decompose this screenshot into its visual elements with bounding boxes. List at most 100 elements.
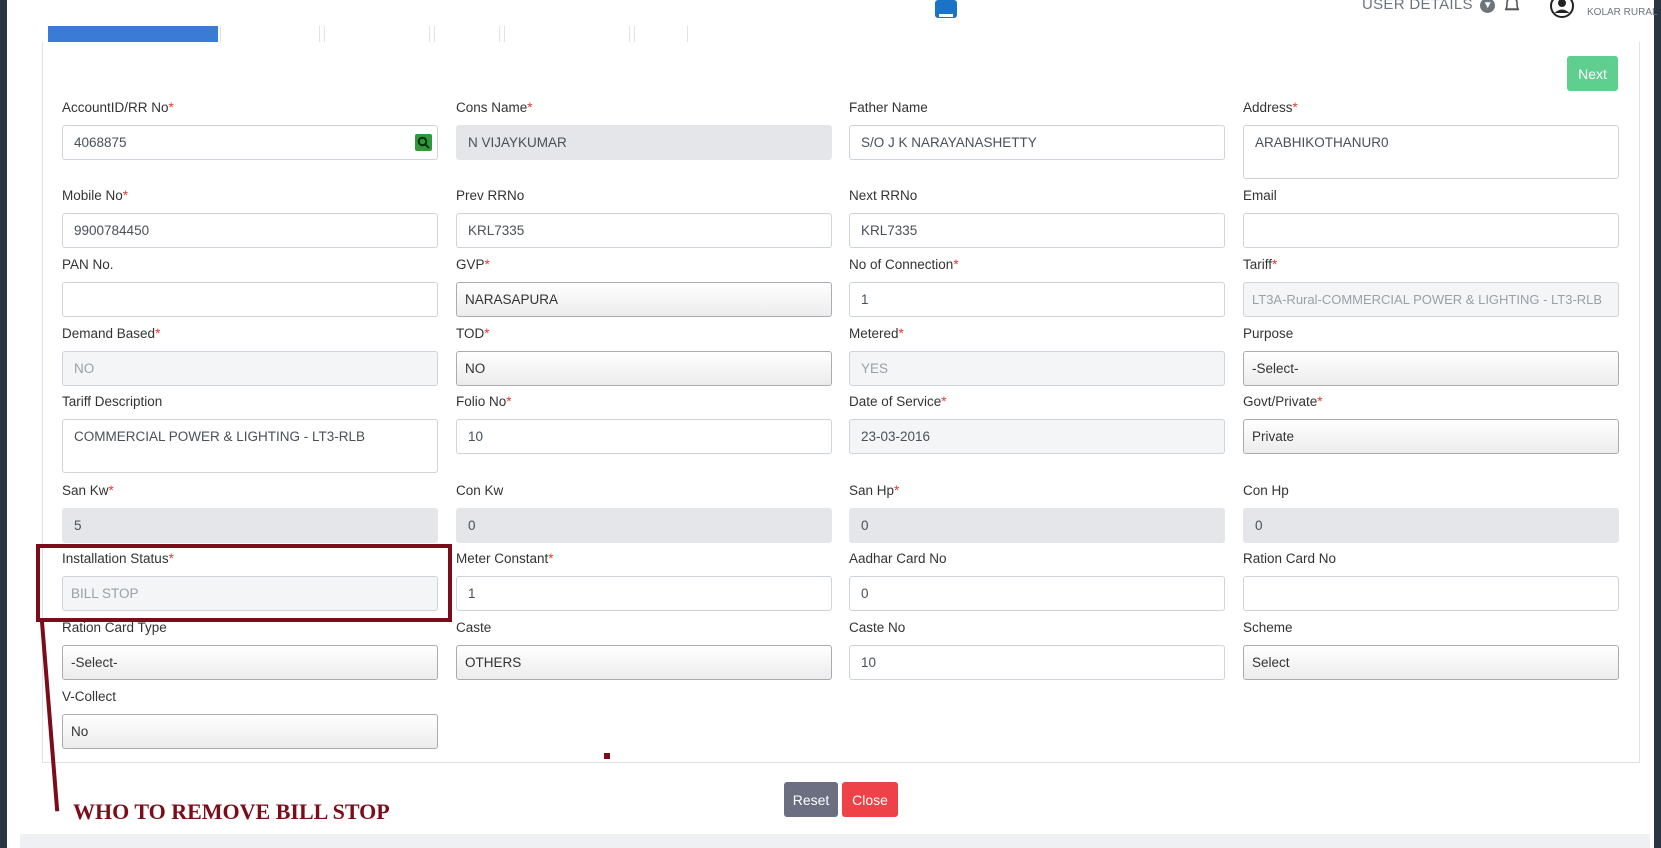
field-prev-rrno: Prev RRNo KRL7335	[456, 188, 832, 248]
mobile-no-label: Mobile No*	[62, 188, 129, 203]
ration-card-type-label: Ration Card Type	[62, 620, 167, 635]
tab-5[interactable]	[504, 26, 630, 43]
field-san-kw: San Kw* 5	[62, 483, 438, 543]
field-installation-status: Installation Status* BILL STOP	[62, 551, 438, 611]
purpose-label: Purpose	[1243, 326, 1294, 341]
caste-select[interactable]: OTHERS	[456, 645, 832, 680]
field-father-name: Father Name S/O J K NARAYANASHETTY	[849, 100, 1225, 160]
caste-no-label: Caste No	[849, 620, 906, 635]
father-name-label: Father Name	[849, 100, 928, 115]
folio-no-input[interactable]: 10	[456, 419, 832, 454]
cons-name-label: Cons Name*	[456, 100, 533, 115]
tab-1[interactable]	[48, 26, 218, 43]
field-san-hp: San Hp* 0	[849, 483, 1225, 543]
email-input[interactable]	[1243, 213, 1619, 248]
field-pan-no: PAN No.	[62, 257, 438, 317]
annotation-dot	[604, 753, 610, 759]
pan-no-input[interactable]	[62, 282, 438, 317]
field-caste: Caste OTHERS	[456, 620, 832, 680]
cons-name-input[interactable]: N VIJAYKUMAR	[456, 125, 832, 160]
field-gvp: GVP* NARASAPURA	[456, 257, 832, 317]
field-no-of-connection: No of Connection* 1	[849, 257, 1225, 317]
date-of-service-input[interactable]: 23-03-2016	[849, 419, 1225, 454]
demand-based-input[interactable]: NO	[62, 351, 438, 386]
field-next-rrno: Next RRNo KRL7335	[849, 188, 1225, 248]
field-caste-no: Caste No 10	[849, 620, 1225, 680]
field-cons-name: Cons Name* N VIJAYKUMAR	[456, 100, 832, 160]
con-kw-input[interactable]: 0	[456, 508, 832, 543]
govt-private-label: Govt/Private*	[1243, 394, 1323, 409]
bell-icon[interactable]	[1502, 0, 1522, 14]
san-kw-label: San Kw*	[62, 483, 114, 498]
field-tariff-description: Tariff Description COMMERCIAL POWER & LI…	[62, 394, 438, 473]
tod-select[interactable]: NO	[456, 351, 832, 386]
close-button[interactable]: Close	[842, 782, 898, 817]
installation-status-label: Installation Status*	[62, 551, 174, 566]
user-details-menu[interactable]: USER DETAILS ▼	[1362, 0, 1496, 13]
annotation-text: WHO TO REMOVE BILL STOP	[73, 799, 390, 824]
v-collect-select[interactable]: No	[62, 714, 438, 749]
tod-label: TOD*	[456, 326, 490, 341]
meter-constant-input[interactable]: 1	[456, 576, 832, 611]
ration-card-no-input[interactable]	[1243, 576, 1619, 611]
field-purpose: Purpose -Select-	[1243, 326, 1619, 386]
govt-private-select[interactable]: Private	[1243, 419, 1619, 454]
account-id-label: AccountID/RR No*	[62, 100, 174, 115]
tab-2[interactable]	[220, 26, 320, 43]
search-icon[interactable]	[415, 134, 432, 151]
field-tod: TOD* NO	[456, 326, 832, 386]
account-id-input[interactable]: 4068875	[62, 125, 438, 160]
tab-6[interactable]	[634, 26, 688, 43]
v-collect-label: V-Collect	[62, 689, 117, 704]
field-ration-card-type: Ration Card Type -Select-	[62, 620, 438, 680]
bescom-logo-icon	[935, 0, 957, 18]
field-metered: Metered* YES	[849, 326, 1225, 386]
reset-button[interactable]: Reset	[784, 782, 838, 817]
field-v-collect: V-Collect No	[62, 689, 438, 749]
tab-3[interactable]	[324, 26, 430, 43]
aadhar-card-no-label: Aadhar Card No	[849, 551, 947, 566]
tariff-description-textarea[interactable]: COMMERCIAL POWER & LIGHTING - LT3-RLB	[62, 419, 438, 473]
scheme-label: Scheme	[1243, 620, 1293, 635]
father-name-input[interactable]: S/O J K NARAYANASHETTY	[849, 125, 1225, 160]
ration-card-no-label: Ration Card No	[1243, 551, 1337, 566]
email-label: Email	[1243, 188, 1277, 203]
prev-rrno-input[interactable]: KRL7335	[456, 213, 832, 248]
san-kw-input[interactable]: 5	[62, 508, 438, 543]
date-of-service-label: Date of Service*	[849, 394, 947, 409]
folio-no-label: Folio No*	[456, 394, 512, 409]
san-hp-input[interactable]: 0	[849, 508, 1225, 543]
field-address: Address* ARABHIKOTHANUR0	[1243, 100, 1619, 179]
tab-4[interactable]	[434, 26, 500, 43]
tariff-input[interactable]: LT3A-Rural-COMMERCIAL POWER & LIGHTING -…	[1243, 282, 1619, 317]
field-email: Email	[1243, 188, 1619, 248]
con-hp-input[interactable]: 0	[1243, 508, 1619, 543]
scheme-select[interactable]: Select	[1243, 645, 1619, 680]
field-govt-private: Govt/Private* Private	[1243, 394, 1619, 454]
mobile-no-input[interactable]: 9900784450	[62, 213, 438, 248]
tariff-label: Tariff*	[1243, 257, 1278, 272]
metered-input[interactable]: YES	[849, 351, 1225, 386]
field-con-hp: Con Hp 0	[1243, 483, 1619, 543]
field-account-id: AccountID/RR No* 4068875	[62, 100, 438, 160]
no-of-connection-input[interactable]: 1	[849, 282, 1225, 317]
gvp-select[interactable]: NARASAPURA	[456, 282, 832, 317]
caste-no-input[interactable]: 10	[849, 645, 1225, 680]
prev-rrno-label: Prev RRNo	[456, 188, 525, 203]
ration-card-type-select[interactable]: -Select-	[62, 645, 438, 680]
installation-status-input[interactable]: BILL STOP	[62, 576, 438, 611]
next-rrno-input[interactable]: KRL7335	[849, 213, 1225, 248]
demand-based-label: Demand Based*	[62, 326, 161, 341]
next-rrno-label: Next RRNo	[849, 188, 918, 203]
purpose-select[interactable]: -Select-	[1243, 351, 1619, 386]
caste-label: Caste	[456, 620, 492, 635]
con-hp-label: Con Hp	[1243, 483, 1289, 498]
chevron-down-icon: ▼	[1480, 0, 1496, 13]
field-meter-constant: Meter Constant* 1	[456, 551, 832, 611]
avatar-icon[interactable]	[1550, 0, 1574, 18]
address-textarea[interactable]: ARABHIKOTHANUR0	[1243, 125, 1619, 179]
next-button[interactable]: Next	[1567, 56, 1618, 91]
pan-no-label: PAN No.	[62, 257, 114, 272]
aadhar-card-no-input[interactable]: 0	[849, 576, 1225, 611]
gvp-label: GVP*	[456, 257, 490, 272]
